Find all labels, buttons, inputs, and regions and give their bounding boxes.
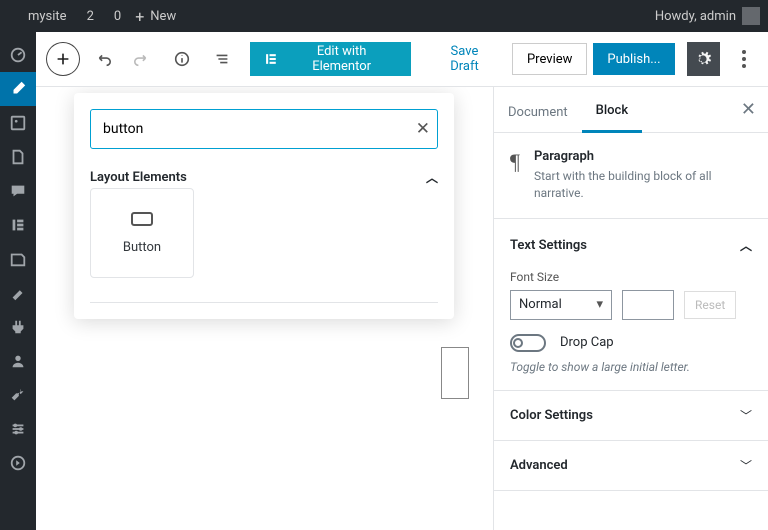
font-size-number-input[interactable] — [622, 290, 674, 320]
editor-toolbar: Edit with Elementor Save Draft Preview P… — [36, 32, 768, 87]
preview-button[interactable]: Preview — [512, 43, 587, 75]
menu-tools[interactable] — [0, 378, 36, 412]
site-link[interactable]: mysite — [22, 9, 67, 24]
settings-toggle[interactable] — [687, 42, 721, 76]
chevron-up-icon: ︿ — [740, 237, 752, 254]
my-account[interactable]: Howdy, admin — [655, 7, 760, 25]
publish-button[interactable]: Publish... — [593, 43, 674, 75]
menu-users[interactable] — [0, 344, 36, 378]
close-sidebar-icon[interactable]: ✕ — [741, 99, 756, 120]
menu-collapse[interactable] — [0, 446, 36, 480]
chevron-down-icon: ﹀ — [740, 407, 752, 424]
admin-menu — [0, 32, 36, 530]
block-inserter: ✕ Layout Elements ︿ Button — [74, 93, 454, 319]
menu-plugins[interactable] — [0, 310, 36, 344]
menu-media[interactable] — [0, 106, 36, 140]
new-content[interactable]: +New — [135, 7, 176, 26]
tab-document[interactable]: Document — [494, 93, 582, 132]
reset-button[interactable]: Reset — [684, 291, 736, 319]
admin-bar: mysite 2 0 +New Howdy, admin — [0, 0, 768, 32]
chevron-down-icon: ﹀ — [740, 457, 752, 474]
menu-pages[interactable] — [0, 140, 36, 174]
redo-button[interactable] — [125, 42, 159, 76]
drop-cap-label: Drop Cap — [560, 335, 614, 350]
add-block-button[interactable] — [46, 42, 80, 76]
menu-posts[interactable] — [0, 72, 36, 106]
menu-elementor[interactable] — [0, 208, 36, 242]
edit-with-elementor-button[interactable]: Edit with Elementor — [250, 42, 410, 76]
menu-comments[interactable] — [0, 174, 36, 208]
drop-cap-hint: Toggle to show a large initial letter. — [510, 360, 752, 374]
canvas-block-outline — [441, 347, 469, 399]
inserter-category-header[interactable]: Layout Elements ︿ — [90, 167, 438, 188]
menu-settings[interactable] — [0, 412, 36, 446]
comments[interactable]: 0 — [108, 9, 121, 24]
settings-sidebar: Document Block ✕ ¶ Paragraph Start with … — [493, 87, 768, 530]
menu-dashboard[interactable] — [0, 38, 36, 72]
font-size-label: Font Size — [510, 270, 752, 284]
block-item-button[interactable]: Button — [90, 188, 194, 278]
undo-button[interactable] — [86, 42, 120, 76]
text-settings-header[interactable]: Text Settings ︿ — [510, 235, 752, 256]
outline-button[interactable] — [205, 42, 239, 76]
inserter-search-input[interactable] — [90, 109, 438, 149]
info-button[interactable] — [165, 42, 199, 76]
color-settings-header[interactable]: Color Settings ﹀ — [494, 391, 768, 441]
save-draft-button[interactable]: Save Draft — [423, 44, 506, 74]
block-description: Start with the building block of all nar… — [534, 168, 752, 202]
clear-search-icon[interactable]: ✕ — [416, 119, 430, 139]
paragraph-icon: ¶ — [510, 149, 520, 202]
editor-canvas[interactable]: ✕ Layout Elements ︿ Button — [36, 87, 493, 530]
menu-appearance[interactable] — [0, 276, 36, 310]
avatar — [742, 7, 760, 25]
updates[interactable]: 2 — [81, 9, 94, 24]
button-block-icon — [131, 212, 153, 226]
menu-templates[interactable] — [0, 242, 36, 276]
more-menu-button[interactable] — [730, 42, 758, 76]
font-size-select[interactable]: Normal — [510, 290, 612, 320]
drop-cap-toggle[interactable] — [510, 334, 546, 352]
chevron-up-icon: ︿ — [426, 169, 438, 186]
tab-block[interactable]: Block — [582, 91, 642, 133]
block-name: Paragraph — [534, 149, 752, 164]
advanced-header[interactable]: Advanced ﹀ — [494, 441, 768, 491]
